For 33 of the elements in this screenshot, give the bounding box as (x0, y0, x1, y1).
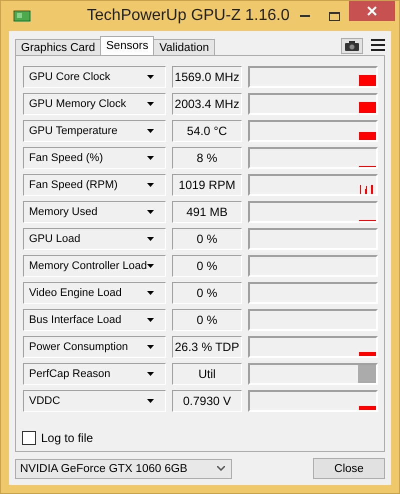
sensor-dropdown[interactable]: Power Consumption (23, 336, 166, 358)
sensor-value: 0 % (172, 309, 242, 331)
checkbox-label: Log to file (41, 431, 94, 445)
window-title: TechPowerUp GPU-Z 1.16.0 (86, 7, 290, 25)
tab[interactable]: Sensors (100, 36, 154, 55)
sensor-value: Util (172, 363, 242, 385)
gpu-dropdown[interactable]: NVIDIA GeForce GTX 1060 6GB (15, 458, 232, 478)
sensor-value: 0 % (172, 282, 242, 304)
sensor-dropdown[interactable]: Fan Speed (%) (23, 147, 166, 169)
sensor-dropdown[interactable]: PerfCap Reason (23, 363, 166, 385)
close-button[interactable]: Close (313, 458, 385, 479)
sensor-value: 54.0 °C (172, 120, 242, 142)
sensor-value: 0 % (172, 228, 242, 250)
tab[interactable]: Validation (153, 39, 215, 55)
sensor-dropdown[interactable]: GPU Temperature (23, 120, 166, 142)
sensor-value: 8 % (172, 147, 242, 169)
tab[interactable]: Graphics Card (15, 39, 102, 55)
sensor-value: 0.7930 V (172, 390, 242, 412)
sensor-value: 0 % (172, 255, 242, 277)
sensor-value: 2003.4 MHz (172, 93, 242, 115)
sensor-dropdown[interactable]: Bus Interface Load (23, 309, 166, 331)
sensor-value: 491 MB (172, 201, 242, 223)
sensor-value: 26.3 % TDP (172, 336, 242, 358)
sensor-dropdown[interactable]: GPU Memory Clock (23, 93, 166, 115)
sensor-dropdown[interactable]: Memory Used (23, 201, 166, 223)
sensor-dropdown[interactable]: GPU Load (23, 228, 166, 250)
sensor-value: 1569.0 MHz (172, 66, 242, 88)
sensor-dropdown[interactable]: GPU Core Clock (23, 66, 166, 88)
sensor-value: 1019 RPM (172, 174, 242, 196)
sensor-dropdown[interactable]: VDDC (23, 390, 166, 412)
sensor-dropdown[interactable]: Memory Controller Load (23, 255, 166, 277)
sensor-dropdown[interactable]: Video Engine Load (23, 282, 166, 304)
sensor-dropdown[interactable]: Fan Speed (RPM) (23, 174, 166, 196)
